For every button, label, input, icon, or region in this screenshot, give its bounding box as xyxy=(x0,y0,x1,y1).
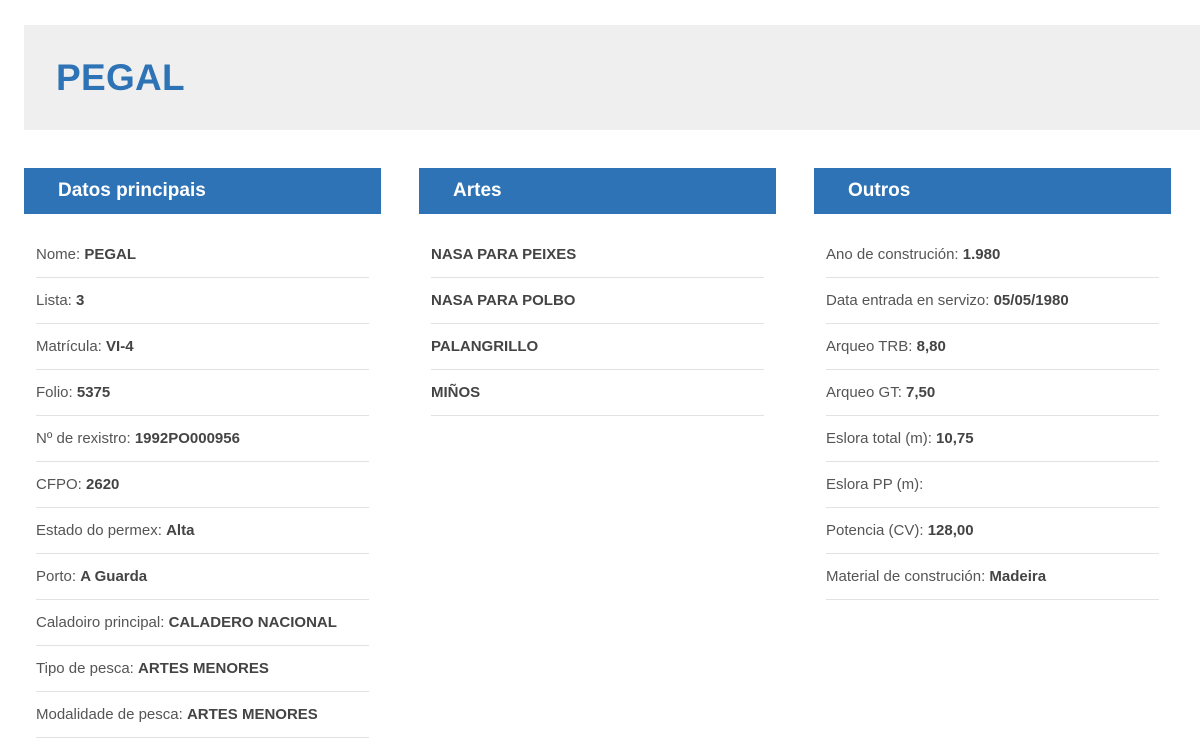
field-value: 8,80 xyxy=(916,338,946,355)
arte-item: NASA PARA POLBO xyxy=(431,278,764,324)
page-title: PEGAL xyxy=(56,57,185,98)
field-row-folio: Folio: 5375 xyxy=(36,370,369,416)
field-value: 05/05/1980 xyxy=(993,292,1069,309)
field-value: VI-4 xyxy=(106,338,134,355)
field-value: 2620 xyxy=(86,476,120,493)
field-label: Modalidade de pesca: xyxy=(36,706,187,723)
field-value: CALADERO NACIONAL xyxy=(168,614,337,631)
field-label: Tipo de pesca: xyxy=(36,660,139,677)
field-label: Estado do permex: xyxy=(36,522,167,539)
field-label: Eslora PP (m): xyxy=(826,476,924,493)
datos-principais-list: Nome: PEGAL Lista: 3 Matrícula: VI-4 Fol… xyxy=(24,232,381,738)
field-row-matricula: Matrícula: VI-4 xyxy=(36,324,369,370)
arte-item: NASA PARA PEIXES xyxy=(431,232,764,278)
field-row-material: Material de construción: Madeira xyxy=(826,554,1159,600)
field-row-tipo-pesca: Tipo de pesca: ARTES MENORES xyxy=(36,646,369,692)
artes-list: NASA PARA PEIXES NASA PARA POLBO PALANGR… xyxy=(419,232,776,416)
field-value: 1.980 xyxy=(962,246,1001,263)
field-value: 128,00 xyxy=(927,522,974,539)
field-row-data-entrada: Data entrada en servizo: 05/05/1980 xyxy=(826,278,1159,324)
panel-outros: Outros Ano de construción: 1.980 Data en… xyxy=(814,168,1171,600)
field-value: Madeira xyxy=(989,568,1047,585)
field-row-porto: Porto: A Guarda xyxy=(36,554,369,600)
title-bar: PEGAL xyxy=(24,25,1200,130)
field-value: Alta xyxy=(166,522,195,539)
field-value: 3 xyxy=(76,292,85,309)
field-value: A Guarda xyxy=(80,568,148,585)
field-label: CFPO: xyxy=(36,476,87,493)
field-row-nome: Nome: PEGAL xyxy=(36,232,369,278)
field-row-caladoiro: Caladoiro principal: CALADERO NACIONAL xyxy=(36,600,369,646)
panel-datos-principais: Datos principais Nome: PEGAL Lista: 3 Ma… xyxy=(24,168,381,738)
field-value: ARTES MENORES xyxy=(138,660,269,677)
field-row-arqueo-gt: Arqueo GT: 7,50 xyxy=(826,370,1159,416)
field-label: Material de construción: xyxy=(826,568,990,585)
field-row-potencia: Potencia (CV): 128,00 xyxy=(826,508,1159,554)
panel-artes: Artes NASA PARA PEIXES NASA PARA POLBO P… xyxy=(419,168,776,416)
field-row-lista: Lista: 3 xyxy=(36,278,369,324)
field-row-eslora-pp: Eslora PP (m): xyxy=(826,462,1159,508)
arte-item: PALANGRILLO xyxy=(431,324,764,370)
outros-list: Ano de construción: 1.980 Data entrada e… xyxy=(814,232,1171,600)
field-row-estado-permex: Estado do permex: Alta xyxy=(36,508,369,554)
field-value: 7,50 xyxy=(906,384,936,401)
field-row-rexistro: Nº de rexistro: 1992PO000956 xyxy=(36,416,369,462)
field-label: Arqueo GT: xyxy=(826,384,907,401)
field-row-ano-construcion: Ano de construción: 1.980 xyxy=(826,232,1159,278)
panel-header-outros: Outros xyxy=(814,168,1171,214)
field-value: ARTES MENORES xyxy=(186,706,318,723)
field-value: PEGAL xyxy=(84,246,137,263)
field-label: Lista: xyxy=(36,292,77,309)
arte-item: MIÑOS xyxy=(431,370,764,416)
field-row-modalidade-pesca: Modalidade de pesca: ARTES MENORES xyxy=(36,692,369,738)
field-label: Nome: xyxy=(36,246,85,263)
field-label: Matrícula: xyxy=(36,338,107,355)
field-label: Ano de construción: xyxy=(826,246,963,263)
field-label: Data entrada en servizo: xyxy=(826,292,994,309)
field-label: Potencia (CV): xyxy=(826,522,928,539)
field-label: Folio: xyxy=(36,384,77,401)
field-label: Arqueo TRB: xyxy=(826,338,917,355)
field-row-arqueo-trb: Arqueo TRB: 8,80 xyxy=(826,324,1159,370)
field-row-eslora-total: Eslora total (m): 10,75 xyxy=(826,416,1159,462)
field-value: 1992PO000956 xyxy=(134,430,240,447)
field-label: Caladoiro principal: xyxy=(36,614,169,631)
field-label: Nº de rexistro: xyxy=(36,430,135,447)
field-label: Porto: xyxy=(36,568,81,585)
field-row-cfpo: CFPO: 2620 xyxy=(36,462,369,508)
field-value: 10,75 xyxy=(936,430,974,447)
field-label: Eslora total (m): xyxy=(826,430,937,447)
field-value: 5375 xyxy=(76,384,111,401)
panel-header-artes: Artes xyxy=(419,168,776,214)
panel-header-datos-principais: Datos principais xyxy=(24,168,381,214)
